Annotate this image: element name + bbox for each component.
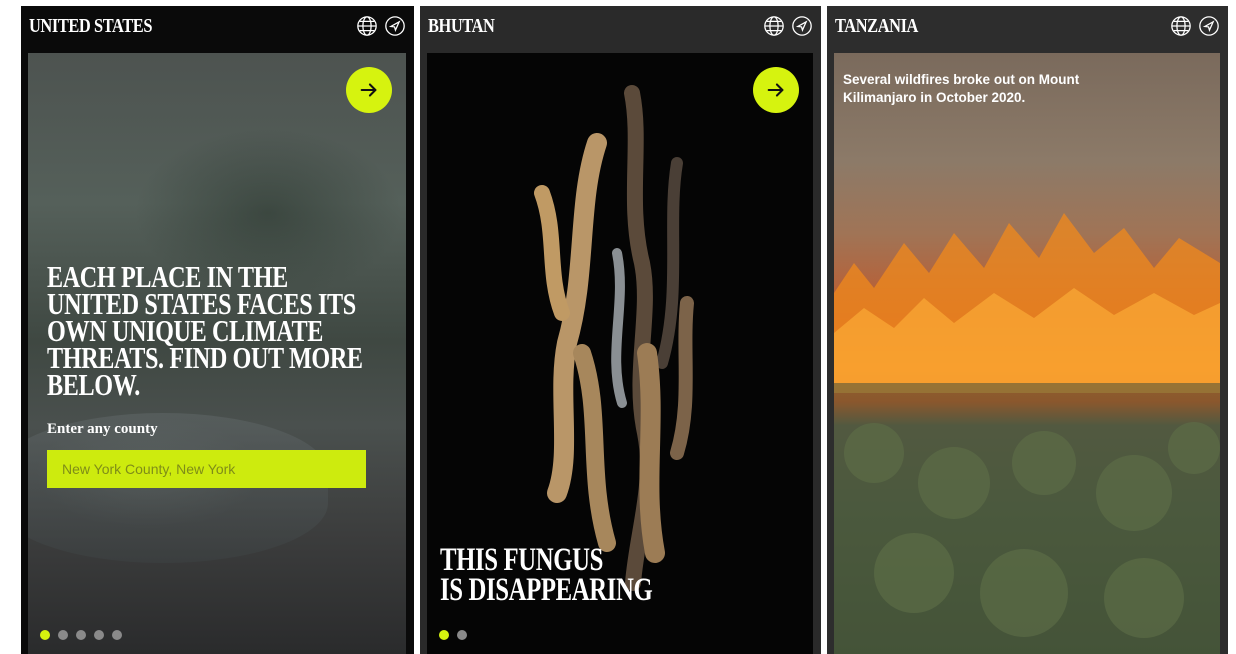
- story-panel-bhutan: BHUTAN THIS FUNGUS IS DISAPPEARING: [420, 6, 821, 654]
- progress-dot[interactable]: [40, 630, 50, 640]
- story-panel-tanzania: TANZANIA Several wildfires broke out on …: [827, 6, 1228, 654]
- globe-icon[interactable]: [1170, 15, 1192, 37]
- story-headline: THIS FUNGUS IS DISAPPEARING: [440, 542, 653, 608]
- progress-dot[interactable]: [94, 630, 104, 640]
- story-card[interactable]: EACH PLACE IN THE UNITED STATES FACES IT…: [28, 53, 406, 654]
- panel-header: TANZANIA: [827, 6, 1228, 52]
- navigation-arrow-icon[interactable]: [1198, 15, 1220, 37]
- headline-line: THIS FUNGUS: [440, 542, 603, 578]
- story-card[interactable]: THIS FUNGUS IS DISAPPEARING: [427, 53, 813, 654]
- story-progress-dots: [40, 630, 122, 640]
- country-title: UNITED STATES: [29, 15, 153, 37]
- navigation-arrow-icon[interactable]: [384, 15, 406, 37]
- progress-dot[interactable]: [58, 630, 68, 640]
- story-headline: EACH PLACE IN THE UNITED STATES FACES IT…: [47, 259, 363, 402]
- photo-caption: Several wildfires broke out on Mount Kil…: [843, 72, 1080, 105]
- globe-icon[interactable]: [763, 15, 785, 37]
- header-icons: [763, 15, 813, 37]
- country-title: TANZANIA: [835, 15, 918, 37]
- progress-dot[interactable]: [112, 630, 122, 640]
- story-panel-united-states: UNITED STATES EACH PLACE IN THE UNITED S…: [21, 6, 414, 654]
- next-story-button[interactable]: [753, 67, 799, 113]
- wildfire-photo: [834, 213, 1220, 654]
- country-title: BHUTAN: [428, 15, 495, 37]
- progress-dot[interactable]: [439, 630, 449, 640]
- globe-icon[interactable]: [356, 15, 378, 37]
- arrow-right-icon: [360, 83, 377, 97]
- panel-header: BHUTAN: [420, 6, 821, 52]
- header-icons: [356, 15, 406, 37]
- story-card[interactable]: Several wildfires broke out on Mount Kil…: [834, 53, 1220, 654]
- county-search-input[interactable]: [47, 450, 366, 488]
- progress-dot[interactable]: [76, 630, 86, 640]
- next-story-button[interactable]: [346, 67, 392, 113]
- arrow-right-icon: [767, 83, 784, 97]
- story-progress-dots: [439, 630, 467, 640]
- header-icons: [1170, 15, 1220, 37]
- county-label: Enter any county: [47, 421, 158, 437]
- panel-header: UNITED STATES: [21, 6, 414, 52]
- progress-dot[interactable]: [457, 630, 467, 640]
- headline-line: IS DISAPPEARING: [440, 572, 653, 608]
- navigation-arrow-icon[interactable]: [791, 15, 813, 37]
